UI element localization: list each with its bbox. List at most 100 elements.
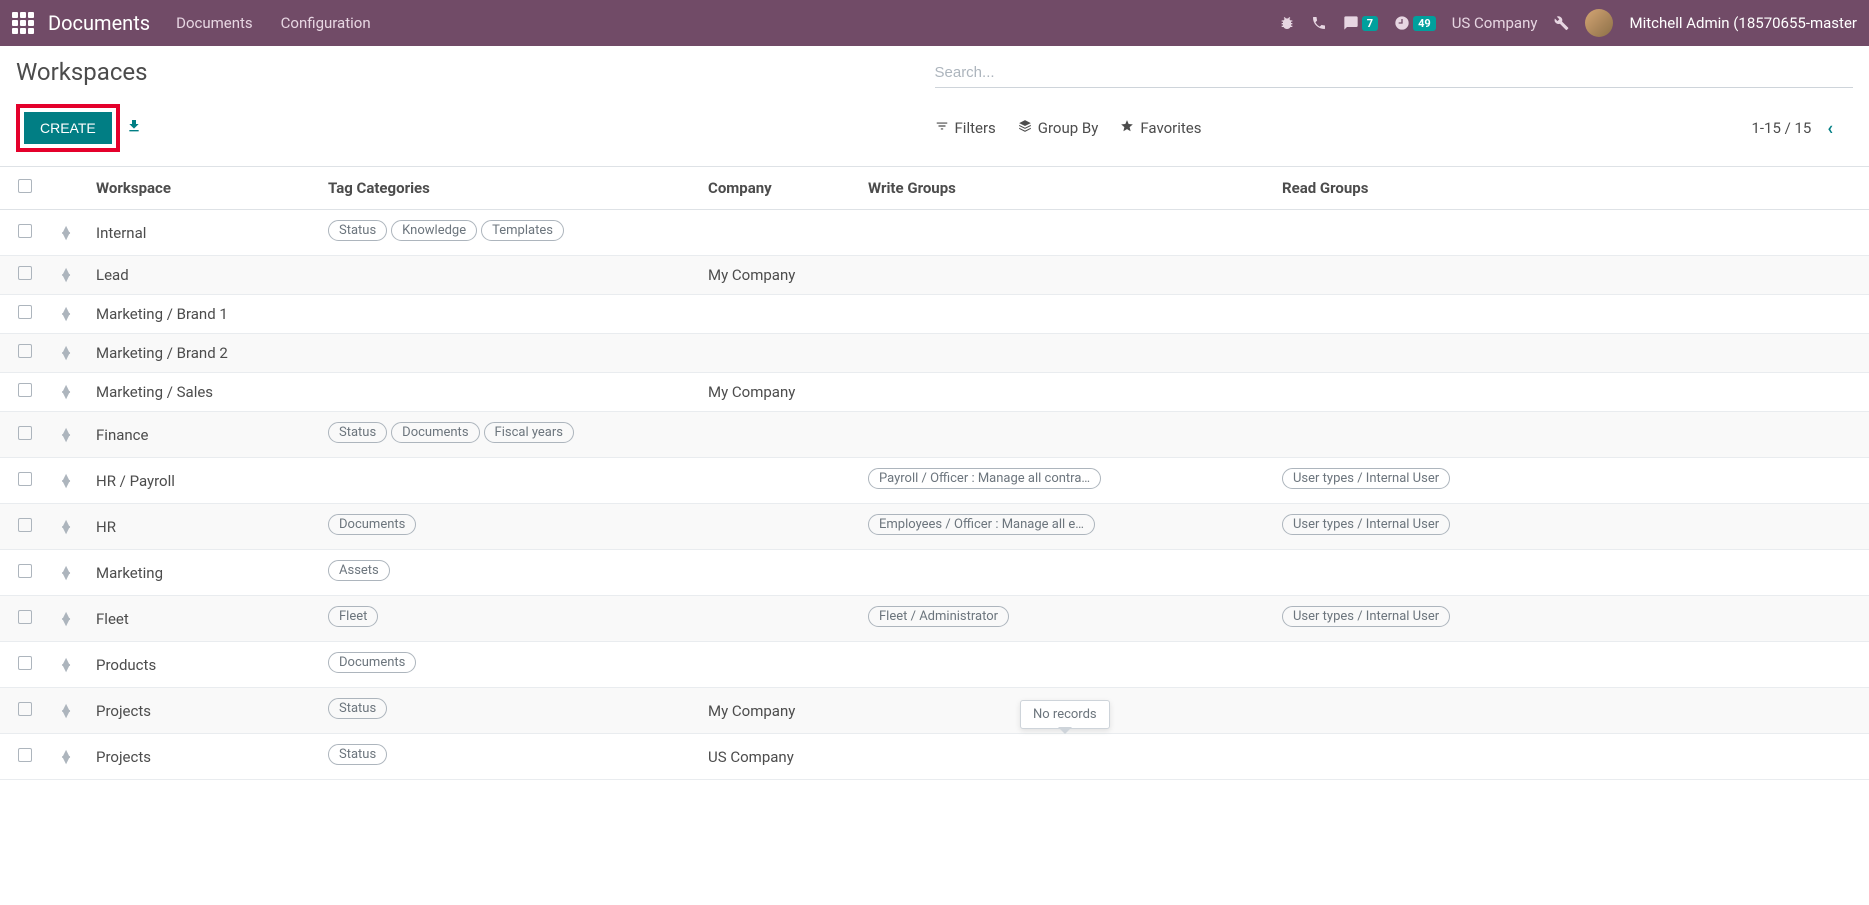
table-row[interactable]: ▲▼ Marketing / Brand 1 [0,295,1869,334]
company-cell[interactable]: My Company [700,256,860,295]
nav-documents[interactable]: Documents [176,14,253,32]
table-row[interactable]: ▲▼FleetFleetFleet / AdministratorUser ty… [0,596,1869,642]
drag-handle-icon[interactable]: ▲▼ [52,227,80,239]
drag-handle-icon[interactable]: ▲▼ [52,705,80,717]
row-checkbox[interactable] [18,564,32,578]
group-pill[interactable]: User types / Internal User [1282,468,1450,489]
read-groups-cell[interactable]: User types / Internal User [1274,504,1869,550]
company-switcher[interactable]: US Company [1452,14,1538,32]
drag-handle-icon[interactable]: ▲▼ [52,308,80,320]
tags-cell[interactable]: Status [320,688,700,734]
write-groups-cell[interactable] [860,256,1274,295]
pager-text[interactable]: 1-15 / 15 [1751,119,1811,137]
read-groups-cell[interactable]: User types / Internal User [1274,596,1869,642]
write-groups-cell[interactable]: Fleet / Administrator [860,596,1274,642]
group-pill[interactable]: User types / Internal User [1282,514,1450,535]
col-write[interactable]: Write Groups [860,167,1274,210]
row-checkbox[interactable] [18,702,32,716]
debug-icon[interactable] [1279,15,1295,31]
write-groups-cell[interactable] [860,210,1274,256]
activities-icon[interactable]: 49 [1394,15,1436,31]
phone-icon[interactable] [1311,15,1327,31]
row-checkbox[interactable] [18,748,32,762]
drag-handle-icon[interactable]: ▲▼ [52,347,80,359]
company-cell[interactable]: My Company [700,688,860,734]
drag-handle-icon[interactable]: ▲▼ [52,521,80,533]
company-cell[interactable] [700,295,860,334]
company-cell[interactable] [700,596,860,642]
messages-icon[interactable]: 7 [1343,15,1378,31]
tags-cell[interactable] [320,458,700,504]
tags-cell[interactable] [320,256,700,295]
company-cell[interactable] [700,642,860,688]
col-company[interactable]: Company [700,167,860,210]
table-row[interactable]: ▲▼ InternalStatusKnowledgeTemplates [0,210,1869,256]
row-checkbox[interactable] [18,344,32,358]
table-row[interactable]: ▲▼LeadMy Company [0,256,1869,295]
row-checkbox[interactable] [18,472,32,486]
read-groups-cell[interactable]: User types / Internal User [1274,458,1869,504]
tags-cell[interactable]: Assets [320,550,700,596]
workspace-cell[interactable]: Projects [88,734,320,780]
groupby-button[interactable]: Group By [1018,119,1099,137]
workspace-cell[interactable]: Projects [88,688,320,734]
drag-handle-icon[interactable]: ▲▼ [52,269,80,281]
tags-cell[interactable]: StatusDocumentsFiscal years [320,412,700,458]
read-groups-cell[interactable] [1274,734,1869,780]
company-cell[interactable] [700,504,860,550]
company-cell[interactable] [700,550,860,596]
tag-pill[interactable]: Templates [481,220,564,241]
write-groups-cell[interactable] [860,734,1274,780]
read-groups-cell[interactable] [1274,688,1869,734]
workspace-cell[interactable]: Marketing / Brand 2 [88,334,320,373]
row-checkbox[interactable] [18,610,32,624]
tag-pill[interactable]: Fiscal years [484,422,574,443]
filters-button[interactable]: Filters [935,119,996,137]
row-checkbox[interactable] [18,224,32,238]
tags-cell[interactable]: StatusKnowledgeTemplates [320,210,700,256]
group-pill[interactable]: User types / Internal User [1282,606,1450,627]
col-tags[interactable]: Tag Categories [320,167,700,210]
read-groups-cell[interactable] [1274,256,1869,295]
workspace-cell[interactable]: HR / Payroll [88,458,320,504]
user-name[interactable]: Mitchell Admin (18570655-master [1629,14,1857,32]
tag-pill[interactable]: Fleet [328,606,378,627]
tag-pill[interactable]: Assets [328,560,390,581]
company-cell[interactable] [700,210,860,256]
tag-pill[interactable]: Status [328,422,387,443]
write-groups-cell[interactable] [860,550,1274,596]
write-groups-cell[interactable]: Employees / Officer : Manage all e… [860,504,1274,550]
workspace-cell[interactable]: Internal [88,210,320,256]
write-groups-cell[interactable]: Payroll / Officer : Manage all contra… [860,458,1274,504]
tag-pill[interactable]: Status [328,220,387,241]
write-groups-cell[interactable] [860,295,1274,334]
col-workspace[interactable]: Workspace [88,167,320,210]
import-icon[interactable] [126,118,142,138]
write-groups-cell[interactable] [860,334,1274,373]
drag-handle-icon[interactable]: ▲▼ [52,751,80,763]
tags-cell[interactable]: Documents [320,642,700,688]
favorites-button[interactable]: Favorites [1120,119,1201,137]
workspace-cell[interactable]: Marketing / Brand 1 [88,295,320,334]
company-cell[interactable] [700,412,860,458]
tag-pill[interactable]: Documents [328,652,416,673]
tags-cell[interactable] [320,295,700,334]
read-groups-cell[interactable] [1274,210,1869,256]
tag-pill[interactable]: Documents [391,422,479,443]
table-row[interactable]: ▲▼FinanceStatusDocumentsFiscal years [0,412,1869,458]
col-read[interactable]: Read Groups [1274,167,1869,210]
search-input[interactable] [935,64,1854,81]
pager-prev-icon[interactable]: ‹ [1823,118,1837,139]
workspace-cell[interactable]: Products [88,642,320,688]
group-pill[interactable]: Payroll / Officer : Manage all contra… [868,468,1101,489]
apps-menu-icon[interactable] [12,12,34,34]
group-pill[interactable]: Employees / Officer : Manage all e… [868,514,1095,535]
row-checkbox[interactable] [18,266,32,280]
read-groups-cell[interactable] [1274,373,1869,412]
drag-handle-icon[interactable]: ▲▼ [52,475,80,487]
read-groups-cell[interactable] [1274,550,1869,596]
app-title[interactable]: Documents [48,11,150,35]
workspace-cell[interactable]: Fleet [88,596,320,642]
row-checkbox[interactable] [18,518,32,532]
write-groups-cell[interactable] [860,412,1274,458]
